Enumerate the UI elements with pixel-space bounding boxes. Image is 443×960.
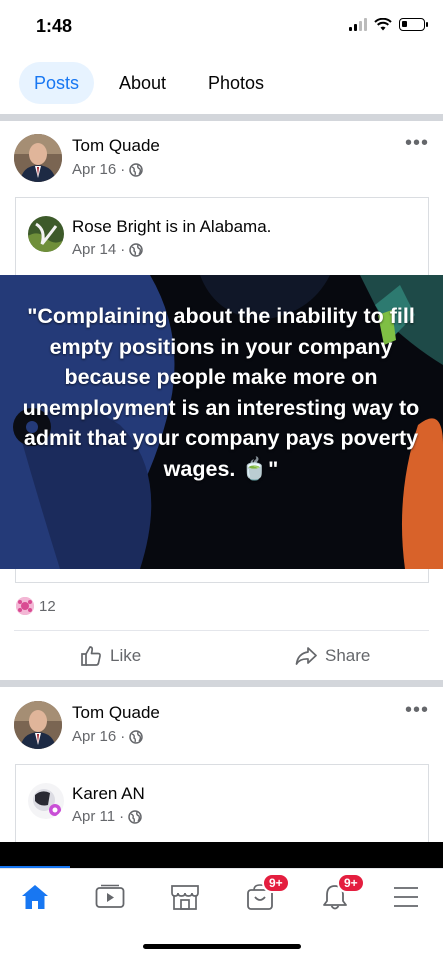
globe-icon <box>129 162 143 177</box>
shared-post-meta: Apr 14 · <box>72 241 143 258</box>
profile-tabs: Posts About Photos <box>0 52 443 114</box>
home-indicator[interactable] <box>143 944 301 949</box>
shared-author-name[interactable]: Karen AN <box>72 784 145 804</box>
shared-post-date[interactable]: Apr 11 <box>72 808 115 825</box>
post-meta: Apr 16 · <box>72 161 143 178</box>
more-options-button[interactable]: ••• <box>405 132 429 155</box>
shared-location[interactable]: Alabama. <box>200 217 272 236</box>
quote-text: "Complaining about the inability to fill… <box>22 304 420 481</box>
nav-home[interactable] <box>15 877 55 917</box>
tab-about[interactable]: About <box>119 62 166 104</box>
post-date[interactable]: Apr 16 <box>72 728 116 745</box>
shared-author-line: Rose Bright is in Alabama. <box>72 217 271 237</box>
shared-post-header: Karen AN Apr 11 · <box>15 764 429 842</box>
quote-image[interactable]: "Complaining about the inability to fill… <box>0 275 443 569</box>
like-icon <box>81 646 101 666</box>
care-reaction-icon <box>16 597 34 615</box>
share-icon <box>295 647 317 665</box>
meta-separator: · <box>119 808 125 825</box>
content-overlay-band <box>0 842 443 868</box>
tab-posts[interactable]: Posts <box>19 62 95 104</box>
author-avatar[interactable] <box>14 701 62 749</box>
shared-author-name[interactable]: Rose Bright <box>72 217 161 236</box>
wifi-icon <box>374 18 392 31</box>
status-icons <box>349 18 428 31</box>
status-time: 1:48 <box>36 16 73 36</box>
like-label: Like <box>110 646 142 665</box>
nav-video[interactable] <box>90 877 130 917</box>
menu-icon <box>394 887 418 907</box>
shared-location-text: is in <box>160 217 200 236</box>
shared-post-header: Rose Bright is in Alabama. Apr 14 · <box>15 197 429 275</box>
post-divider <box>0 680 443 687</box>
like-button[interactable]: Like <box>80 642 141 670</box>
meta-separator: · <box>120 728 126 745</box>
author-name[interactable]: Tom Quade <box>72 136 160 156</box>
groups-badge: 9+ <box>262 873 290 893</box>
shared-post-date[interactable]: Apr 14 <box>72 241 116 258</box>
nav-notifications[interactable]: 9+ <box>315 873 365 917</box>
post-date[interactable]: Apr 16 <box>72 161 116 178</box>
marketplace-icon <box>171 885 199 910</box>
video-icon <box>95 884 125 908</box>
globe-icon <box>129 242 143 257</box>
globe-icon <box>129 729 143 744</box>
globe-icon <box>128 809 142 824</box>
shared-post-footer <box>15 569 429 583</box>
status-bar: 1:48 <box>0 0 443 52</box>
more-options-button[interactable]: ••• <box>405 699 429 722</box>
nav-groups[interactable]: 9+ <box>240 873 290 917</box>
shared-author-avatar[interactable] <box>28 216 64 252</box>
meta-separator: · <box>120 161 126 178</box>
post-header: Tom Quade Apr 16 · ••• <box>0 124 443 194</box>
share-button[interactable]: Share <box>295 642 370 670</box>
nav-marketplace[interactable] <box>165 877 205 917</box>
home-icon <box>22 885 48 909</box>
post-header: Tom Quade Apr 16 · ••• <box>0 691 443 761</box>
notifications-badge: 9+ <box>337 873 365 893</box>
signal-icon <box>349 18 367 31</box>
author-avatar[interactable] <box>14 134 62 182</box>
nav-menu[interactable] <box>386 877 426 917</box>
battery-icon <box>399 18 428 31</box>
bottom-navigation: 9+ 9+ <box>0 868 443 924</box>
action-divider <box>14 630 429 631</box>
section-divider <box>0 114 443 121</box>
post-meta: Apr 16 · <box>72 728 143 745</box>
share-label: Share <box>325 646 371 665</box>
shared-author-avatar[interactable] <box>28 783 64 819</box>
tab-photos[interactable]: Photos <box>208 62 264 104</box>
shared-post-meta: Apr 11 · <box>72 808 142 825</box>
reaction-summary[interactable]: 12 <box>16 597 56 615</box>
reaction-count: 12 <box>39 597 56 615</box>
meta-separator: · <box>120 241 126 258</box>
author-name[interactable]: Tom Quade <box>72 703 160 723</box>
